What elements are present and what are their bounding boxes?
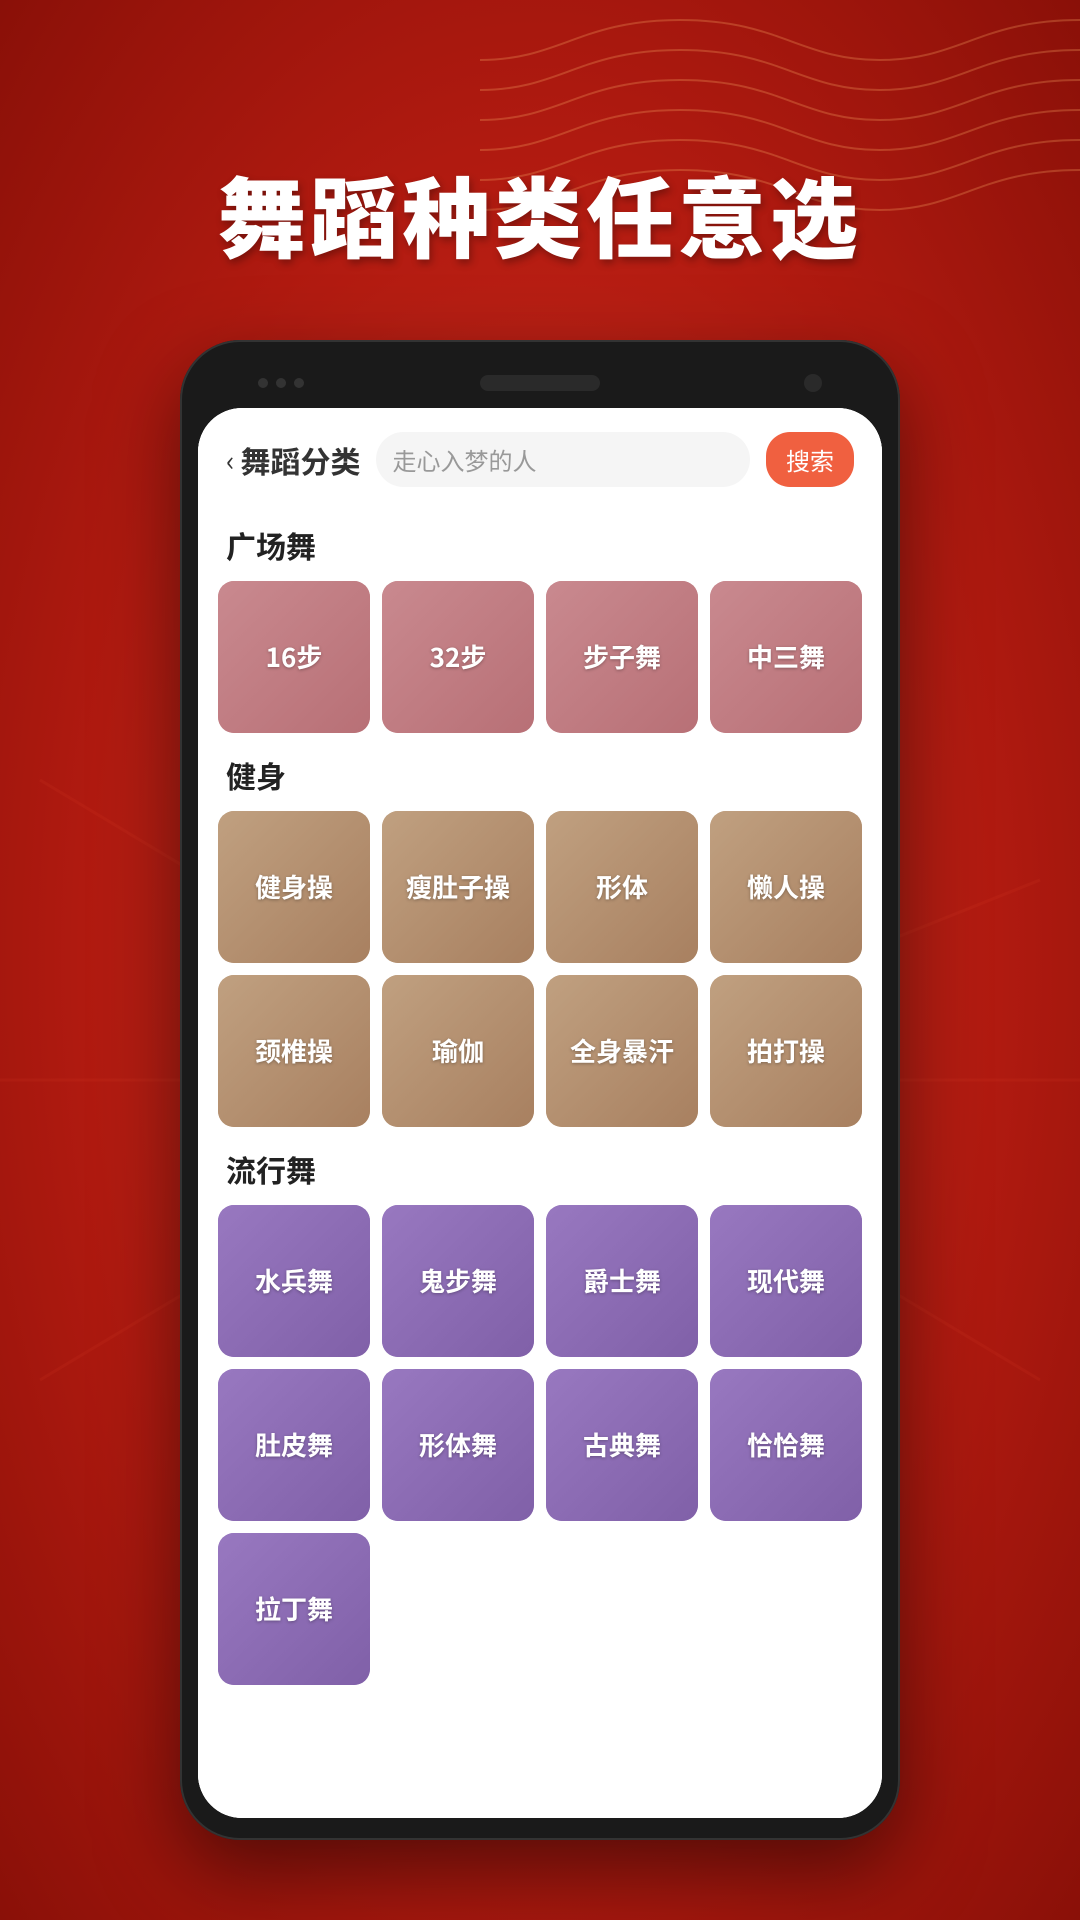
dance-tile-square-dance-0[interactable]: 16步 <box>218 581 370 733</box>
dance-tile-fitness-6[interactable]: 全身暴汗 <box>546 975 698 1127</box>
header-title: 舞蹈分类 <box>240 438 360 482</box>
dance-tile-label-square-dance-1: 32步 <box>430 640 487 674</box>
phone-speaker <box>480 375 600 391</box>
dance-tile-label-pop-dance-5: 形体舞 <box>419 1428 497 1462</box>
dance-tile-pop-dance-8[interactable]: 拉丁舞 <box>218 1533 370 1685</box>
dance-tile-label-fitness-1: 瘦肚子操 <box>406 870 510 904</box>
app-content: ‹ 舞蹈分类 走心入梦的人 搜索 广场舞 16步 32步 步子舞 中三舞健身健身操 瘦肚子… <box>198 408 882 1818</box>
back-arrow-icon: ‹ <box>226 440 234 480</box>
main-title: 舞蹈种类任意选 <box>0 150 1080 277</box>
dance-tile-fitness-2[interactable]: 形体 <box>546 811 698 963</box>
dance-tile-square-dance-2[interactable]: 步子舞 <box>546 581 698 733</box>
dance-tile-label-fitness-0: 健身操 <box>255 870 333 904</box>
search-placeholder-text: 走心入梦的人 <box>392 442 734 477</box>
dance-tile-label-fitness-6: 全身暴汗 <box>570 1034 674 1068</box>
dance-tile-pop-dance-5[interactable]: 形体舞 <box>382 1369 534 1521</box>
dance-tile-fitness-1[interactable]: 瘦肚子操 <box>382 811 534 963</box>
phone-dot <box>258 378 268 388</box>
dance-tile-label-square-dance-3: 中三舞 <box>747 640 825 674</box>
dance-tile-pop-dance-7[interactable]: 恰恰舞 <box>710 1369 862 1521</box>
phone-camera <box>804 374 822 392</box>
section-title-square-dance: 广场舞 <box>226 523 862 567</box>
dance-tile-pop-dance-6[interactable]: 古典舞 <box>546 1369 698 1521</box>
dance-tile-pop-dance-3[interactable]: 现代舞 <box>710 1205 862 1357</box>
phone-top-bar <box>198 358 882 408</box>
dance-tile-label-fitness-7: 拍打操 <box>747 1034 825 1068</box>
dance-tile-label-square-dance-2: 步子舞 <box>583 640 661 674</box>
dance-tile-label-pop-dance-4: 肚皮舞 <box>255 1428 333 1462</box>
search-bar[interactable]: 走心入梦的人 <box>376 432 750 487</box>
dance-grid-pop-dance: 水兵舞 鬼步舞 爵士舞 现代舞肚皮舞 形体舞 古典舞 恰恰舞拉丁舞 <box>218 1205 862 1685</box>
dance-tile-pop-dance-2[interactable]: 爵士舞 <box>546 1205 698 1357</box>
dance-tile-label-pop-dance-1: 鬼步舞 <box>419 1264 497 1298</box>
dance-tile-fitness-4[interactable]: 颈椎操 <box>218 975 370 1127</box>
dance-tile-label-pop-dance-6: 古典舞 <box>583 1428 661 1462</box>
dance-tile-fitness-5[interactable]: 瑜伽 <box>382 975 534 1127</box>
section-title-fitness: 健身 <box>226 753 862 797</box>
dance-tile-label-pop-dance-8: 拉丁舞 <box>255 1592 333 1626</box>
phone-dot <box>294 378 304 388</box>
dance-tile-label-pop-dance-7: 恰恰舞 <box>747 1428 825 1462</box>
dance-tile-label-square-dance-0: 16步 <box>266 640 323 674</box>
section-title-pop-dance: 流行舞 <box>226 1147 862 1191</box>
dance-tile-fitness-7[interactable]: 拍打操 <box>710 975 862 1127</box>
dance-tile-pop-dance-1[interactable]: 鬼步舞 <box>382 1205 534 1357</box>
search-button[interactable]: 搜索 <box>766 432 854 487</box>
phone-dot <box>276 378 286 388</box>
dance-grid-fitness: 健身操 瘦肚子操 形体 懒人操颈椎操 瑜伽 全身暴汗 拍打操 <box>218 811 862 1127</box>
scroll-content[interactable]: 广场舞 16步 32步 步子舞 中三舞健身健身操 瘦肚子操 形体 懒人操颈椎操 瑜伽 全身暴汗 拍打… <box>198 503 882 1818</box>
phone-screen: ‹ 舞蹈分类 走心入梦的人 搜索 广场舞 16步 32步 步子舞 中三舞健身健身操 瘦肚子… <box>198 408 882 1818</box>
dance-tile-label-fitness-3: 懒人操 <box>747 870 825 904</box>
dance-tile-label-pop-dance-2: 爵士舞 <box>583 1264 661 1298</box>
phone-dots <box>258 378 304 388</box>
dance-tile-label-fitness-5: 瑜伽 <box>432 1034 484 1068</box>
header-bar: ‹ 舞蹈分类 走心入梦的人 搜索 <box>198 408 882 503</box>
dance-tile-fitness-3[interactable]: 懒人操 <box>710 811 862 963</box>
dance-tile-label-fitness-4: 颈椎操 <box>255 1034 333 1068</box>
dance-tile-label-fitness-2: 形体 <box>596 870 648 904</box>
dance-tile-pop-dance-4[interactable]: 肚皮舞 <box>218 1369 370 1521</box>
back-button[interactable]: ‹ 舞蹈分类 <box>226 438 360 482</box>
dance-tile-square-dance-3[interactable]: 中三舞 <box>710 581 862 733</box>
dance-tile-label-pop-dance-3: 现代舞 <box>747 1264 825 1298</box>
dance-grid-square-dance: 16步 32步 步子舞 中三舞 <box>218 581 862 733</box>
dance-tile-square-dance-1[interactable]: 32步 <box>382 581 534 733</box>
phone-container: ‹ 舞蹈分类 走心入梦的人 搜索 广场舞 16步 32步 步子舞 中三舞健身健身操 瘦肚子… <box>180 340 900 1840</box>
dance-tile-pop-dance-0[interactable]: 水兵舞 <box>218 1205 370 1357</box>
phone-frame: ‹ 舞蹈分类 走心入梦的人 搜索 广场舞 16步 32步 步子舞 中三舞健身健身操 瘦肚子… <box>180 340 900 1840</box>
dance-tile-fitness-0[interactable]: 健身操 <box>218 811 370 963</box>
dance-tile-label-pop-dance-0: 水兵舞 <box>255 1264 333 1298</box>
